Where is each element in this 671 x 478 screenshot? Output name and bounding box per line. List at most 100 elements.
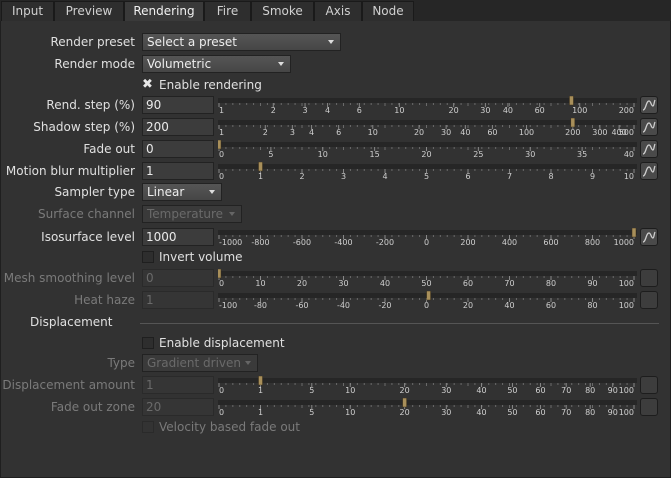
surface-channel-dropdown[interactable]: Temperature <box>142 205 242 223</box>
rend-step-curve-button[interactable] <box>640 96 658 114</box>
tick-label: 8 <box>548 172 553 180</box>
tab-input[interactable]: Input <box>1 1 54 21</box>
tick-label: 2 <box>271 106 276 114</box>
tick-label: 40 <box>624 150 634 158</box>
surface-channel-label: Surface channel <box>37 207 135 221</box>
tick-label: 60 <box>546 301 556 309</box>
tab-rendering[interactable]: Rendering <box>124 1 204 21</box>
tick-label: -200 <box>376 238 394 246</box>
fade-out-zone-label: Fade out zone <box>50 400 135 414</box>
velocity-fade-checkbox[interactable] <box>142 421 154 433</box>
curve-icon <box>642 121 656 133</box>
fade-out-zone-field[interactable]: 20 <box>142 398 214 416</box>
rend-step-field[interactable]: 90 <box>142 96 214 114</box>
tick-label: 0 <box>219 279 224 287</box>
chevron-down-icon <box>328 40 334 44</box>
tick-label: 15 <box>370 150 380 158</box>
enable-displacement-checkbox[interactable] <box>142 337 154 349</box>
sampler-type-dropdown[interactable]: Linear <box>142 183 222 201</box>
sampler-type-label: Sampler type <box>54 185 135 199</box>
tick-label: 800 <box>585 238 600 246</box>
fade-out-zone-curve-button[interactable] <box>640 398 658 416</box>
tick-label: -40 <box>337 301 350 309</box>
tick-label: 100 <box>619 301 634 309</box>
tick-label: -600 <box>293 238 311 246</box>
tick-label: 2 <box>299 172 304 180</box>
isosurface-level-curve-button[interactable] <box>640 228 658 246</box>
tab-smoke[interactable]: Smoke <box>251 1 314 21</box>
fade-out-slider[interactable]: 0 5 10 15 20 25 30 35 40 <box>218 140 637 158</box>
render-mode-dropdown[interactable]: Volumetric <box>142 55 291 73</box>
isosurface-level-field[interactable]: 1000 <box>142 228 214 246</box>
shadow-step-ruler: 1 2 3 4 6 10 20 30 40 60 100 200 300 400500 <box>218 118 637 136</box>
slider-handle <box>569 96 574 106</box>
tick-label: 3 <box>341 172 346 180</box>
mesh-smoothing-slider[interactable]: 0 10 20 30 40 50 60 70 80 90 100 <box>218 269 637 287</box>
tab-node[interactable]: Node <box>362 1 414 21</box>
tick-label: 10 <box>624 172 634 180</box>
heat-haze-field[interactable]: 1 <box>142 291 214 309</box>
tick-label: 6 <box>357 106 362 114</box>
tick-label: 20 <box>399 408 409 416</box>
tick-label: 3 <box>303 106 308 114</box>
tab-axis[interactable]: Axis <box>314 1 362 21</box>
displacement-amount-field[interactable]: 1 <box>142 376 214 394</box>
rend-step-slider[interactable]: 1 2 3 4 6 10 20 30 40 60 100 200 <box>218 96 637 114</box>
tick-label: 40 <box>504 301 514 309</box>
mesh-smoothing-curve-button[interactable] <box>640 269 658 287</box>
curve-icon <box>642 165 656 177</box>
tick-label: -20 <box>378 301 391 309</box>
tick-label: 70 <box>561 408 571 416</box>
fade-out-curve-button[interactable] <box>640 140 658 158</box>
fade-out-field[interactable]: 0 <box>142 140 214 158</box>
motion-blur-field[interactable]: 1 <box>142 162 214 180</box>
tab-preview[interactable]: Preview <box>54 1 124 21</box>
tick-label: 1 <box>219 106 224 114</box>
tick-label: 50 <box>507 408 517 416</box>
tick-label: 70 <box>504 279 514 287</box>
chevron-down-icon <box>278 62 284 66</box>
displacement-type-dropdown[interactable]: Gradient driven <box>142 354 258 372</box>
tick-label: 500 <box>619 128 634 136</box>
tick-label: 100 <box>572 106 587 114</box>
tick-label: 20 <box>297 279 307 287</box>
chevron-down-icon <box>209 190 215 194</box>
tick-label: 0 <box>424 238 429 246</box>
shadow-step-curve-button[interactable] <box>640 118 658 136</box>
sampler-type-value: Linear <box>147 185 185 199</box>
motion-blur-ruler: 0 1 2 3 4 5 6 7 8 9 10 <box>218 162 637 180</box>
displacement-amount-label: Displacement amount <box>2 378 135 392</box>
displacement-amount-slider[interactable]: 0 1 5 10 20 30 40 50 60 70 80 90 100 <box>218 376 637 394</box>
tick-label: 30 <box>525 150 535 158</box>
isosurface-level-slider[interactable]: -1000 -800 -600 -400 -200 0 200 400 600 800 1000 <box>218 228 637 246</box>
invert-volume-checkbox[interactable] <box>142 251 154 263</box>
tick-label: 7 <box>507 172 512 180</box>
tick-label: 1 <box>258 386 263 394</box>
tick-label: 30 <box>441 128 451 136</box>
motion-blur-curve-button[interactable] <box>640 162 658 180</box>
motion-blur-label: Motion blur multiplier <box>5 164 135 178</box>
tick-label: -1000 <box>219 238 242 246</box>
tick-label: 0 <box>219 172 224 180</box>
slider-handle <box>258 162 263 172</box>
tick-label: 1 <box>258 408 263 416</box>
displacement-amount-curve-button[interactable] <box>640 376 658 394</box>
motion-blur-slider[interactable]: 0 1 2 3 4 5 6 7 8 9 10 <box>218 162 637 180</box>
heat-haze-curve-button[interactable] <box>640 291 658 309</box>
shadow-step-slider[interactable]: 1 2 3 4 6 10 20 30 40 60 100 200 300 400 500 <box>218 118 637 136</box>
shadow-step-field[interactable]: 200 <box>142 118 214 136</box>
tick-label: 40 <box>460 128 470 136</box>
render-preset-value: Select a preset <box>147 35 238 49</box>
tab-fire[interactable]: Fire <box>204 1 251 21</box>
curve-icon <box>642 143 656 155</box>
mesh-smoothing-field[interactable]: 0 <box>142 269 214 287</box>
enable-rendering-checkbox[interactable]: ✖ <box>142 78 154 91</box>
tick-label: 80 <box>585 408 595 416</box>
fade-out-zone-slider[interactable]: 0 1 5 10 20 30 40 50 60 70 80 90 100 <box>218 398 637 416</box>
heat-haze-slider[interactable]: -100 -80 -60 -40 -20 0 20 40 60 80 100 <box>218 291 637 309</box>
curve-icon <box>642 231 656 243</box>
render-preset-dropdown[interactable]: Select a preset <box>142 33 341 51</box>
tick-label: 10 <box>255 279 265 287</box>
tick-label: 50 <box>421 279 431 287</box>
slider-track <box>218 230 637 235</box>
